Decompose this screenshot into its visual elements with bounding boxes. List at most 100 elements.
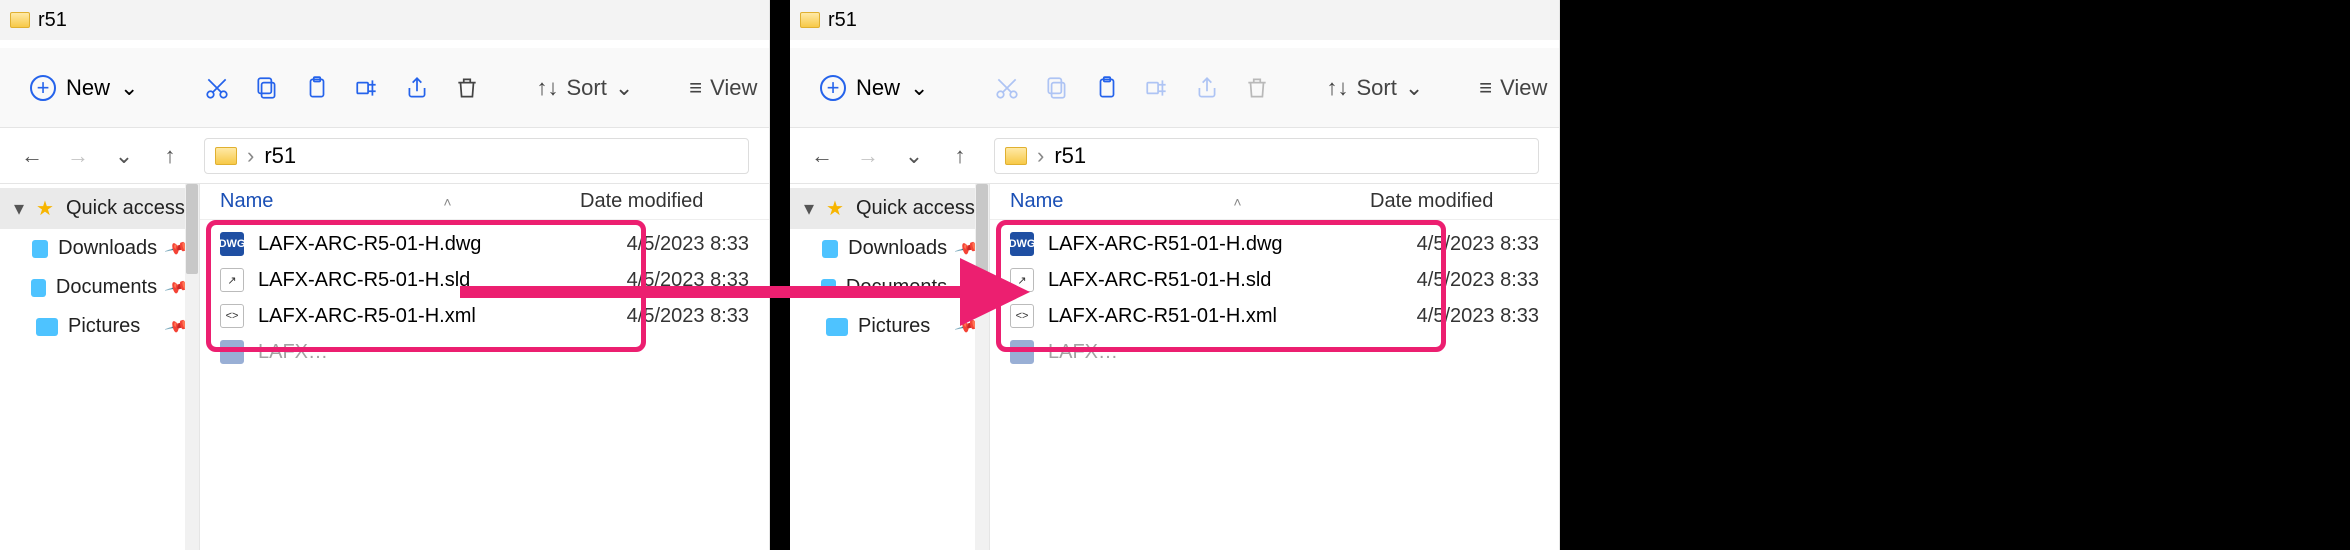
explorer-window-before: r51 + New ⌄ ↑↓ Sort ⌄ ≡ View ← → ⌄ ↑ — [0, 0, 770, 550]
sidebar-item-pictures[interactable]: Pictures 📌 — [790, 307, 989, 346]
column-name[interactable]: Name ˄ — [220, 190, 580, 213]
file-date: 4/5/2023 8:33 — [627, 233, 749, 256]
sidebar-item-pictures[interactable]: Pictures 📌 — [0, 307, 199, 346]
chevron-down-icon: ⌄ — [120, 75, 138, 101]
file-name: LAFX-ARC-R51-01-H.dwg — [1048, 233, 1378, 256]
new-button[interactable]: + New ⌄ — [20, 69, 148, 107]
sidebar-item-quick-access[interactable]: ▾ ★ Quick access — [0, 188, 199, 229]
sidebar-scrollbar[interactable] — [185, 184, 199, 550]
documents-icon — [821, 279, 836, 297]
path-segment[interactable]: r51 — [264, 143, 296, 169]
chevron-down-icon: ▾ — [12, 196, 26, 221]
xml-file-icon: <> — [220, 304, 244, 328]
file-row[interactable]: ↗ LAFX-ARC-R51-01-H.sld 4/5/2023 8:33 — [990, 262, 1559, 298]
share-icon[interactable] — [404, 74, 430, 102]
path-sep-icon: › — [1037, 143, 1044, 169]
up-button[interactable]: ↑ — [158, 143, 182, 169]
back-button[interactable]: ← — [20, 143, 44, 169]
scrollbar-thumb[interactable] — [976, 184, 988, 274]
share-icon[interactable] — [1194, 74, 1220, 102]
rename-icon[interactable] — [354, 74, 380, 102]
cut-icon[interactable] — [994, 74, 1020, 102]
delete-icon[interactable] — [454, 74, 480, 102]
path-sep-icon: › — [247, 143, 254, 169]
sidebar-item-downloads[interactable]: Downloads 📌 — [0, 229, 199, 268]
command-bar: + New ⌄ ↑↓ Sort ⌄ ≡ View — [0, 48, 769, 128]
sort-label: Sort — [566, 75, 606, 101]
column-name[interactable]: Name ˄ — [1010, 190, 1370, 213]
view-icon: ≡ — [689, 75, 702, 101]
new-label: New — [66, 75, 110, 101]
new-button[interactable]: + New ⌄ — [810, 69, 938, 107]
titlebar[interactable]: r51 — [790, 0, 1559, 40]
sidebar-item-label: Quick access — [856, 197, 975, 220]
plus-circle-icon: + — [820, 75, 846, 101]
sort-button[interactable]: ↑↓ Sort ⌄ — [1326, 75, 1423, 101]
file-date: 4/5/2023 8:33 — [1417, 269, 1539, 292]
file-row-partial[interactable]: LAFX… — [200, 334, 769, 370]
cut-icon[interactable] — [204, 74, 230, 102]
nav-row: ← → ⌄ ↑ › r51 — [0, 128, 769, 184]
up-button[interactable]: ↑ — [948, 143, 972, 169]
file-row[interactable]: DWG LAFX-ARC-R5-01-H.dwg 4/5/2023 8:33 — [200, 226, 769, 262]
file-date: 4/5/2023 8:33 — [627, 305, 749, 328]
folder-icon — [10, 12, 30, 28]
address-bar[interactable]: › r51 — [204, 138, 749, 174]
column-date[interactable]: Date modified — [580, 190, 703, 213]
paste-icon[interactable] — [304, 74, 330, 102]
file-list[interactable]: DWG LAFX-ARC-R5-01-H.dwg 4/5/2023 8:33 ↗… — [200, 220, 769, 550]
titlebar[interactable]: r51 — [0, 0, 769, 40]
menubar-strip — [0, 40, 769, 48]
file-name: LAFX-ARC-R51-01-H.sld — [1048, 269, 1378, 292]
view-button[interactable]: ≡ View — [1479, 75, 1547, 101]
copy-icon[interactable] — [254, 74, 280, 102]
window-title: r51 — [828, 9, 857, 32]
star-icon: ★ — [36, 199, 56, 219]
pictures-icon — [826, 318, 848, 336]
delete-icon[interactable] — [1244, 74, 1270, 102]
sort-asc-icon: ˄ — [443, 194, 451, 210]
file-row[interactable]: <> LAFX-ARC-R51-01-H.xml 4/5/2023 8:33 — [990, 298, 1559, 334]
file-date: 4/5/2023 8:33 — [1417, 305, 1539, 328]
rename-icon[interactable] — [1144, 74, 1170, 102]
recent-dropdown[interactable]: ⌄ — [902, 143, 926, 169]
sidebar-item-label: Documents — [56, 276, 157, 299]
new-label: New — [856, 75, 900, 101]
path-segment[interactable]: r51 — [1054, 143, 1086, 169]
address-bar[interactable]: › r51 — [994, 138, 1539, 174]
column-headers[interactable]: Name ˄ Date modified — [990, 184, 1559, 220]
file-list[interactable]: DWG LAFX-ARC-R51-01-H.dwg 4/5/2023 8:33 … — [990, 220, 1559, 550]
sidebar-item-quick-access[interactable]: ▾ ★ Quick access — [790, 188, 989, 229]
scrollbar-thumb[interactable] — [186, 184, 198, 274]
sidebar-scrollbar[interactable] — [975, 184, 989, 550]
chevron-down-icon: ⌄ — [1405, 75, 1423, 101]
column-headers[interactable]: Name ˄ Date modified — [200, 184, 769, 220]
menubar-strip — [790, 40, 1559, 48]
forward-button[interactable]: → — [856, 143, 880, 169]
back-button[interactable]: ← — [810, 143, 834, 169]
file-pane: Name ˄ Date modified DWG LAFX-ARC-R5-01-… — [200, 184, 769, 550]
sidebar-item-documents[interactable]: Documents 📌 — [0, 268, 199, 307]
file-name-partial: LAFX… — [258, 341, 328, 364]
sort-button[interactable]: ↑↓ Sort ⌄ — [536, 75, 633, 101]
view-button[interactable]: ≡ View — [689, 75, 757, 101]
file-name: LAFX-ARC-R5-01-H.dwg — [258, 233, 588, 256]
forward-button[interactable]: → — [66, 143, 90, 169]
dwg-file-icon: DWG — [1010, 232, 1034, 256]
sidebar-item-documents[interactable]: Documents 📌 — [790, 268, 989, 307]
file-row[interactable]: <> LAFX-ARC-R5-01-H.xml 4/5/2023 8:33 — [200, 298, 769, 334]
file-row[interactable]: ↗ LAFX-ARC-R5-01-H.sld 4/5/2023 8:33 — [200, 262, 769, 298]
copy-icon[interactable] — [1044, 74, 1070, 102]
recent-dropdown[interactable]: ⌄ — [112, 143, 136, 169]
column-date[interactable]: Date modified — [1370, 190, 1493, 213]
plus-circle-icon: + — [30, 75, 56, 101]
dwg-file-icon — [1010, 340, 1034, 364]
file-row[interactable]: DWG LAFX-ARC-R51-01-H.dwg 4/5/2023 8:33 — [990, 226, 1559, 262]
paste-icon[interactable] — [1094, 74, 1120, 102]
file-row-partial[interactable]: LAFX… — [990, 334, 1559, 370]
sidebar-item-downloads[interactable]: Downloads 📌 — [790, 229, 989, 268]
col-name-label: Name — [220, 190, 273, 213]
sidebar-item-label: Quick access — [66, 197, 185, 220]
sort-icon: ↑↓ — [1326, 75, 1348, 101]
sld-file-icon: ↗ — [1010, 268, 1034, 292]
